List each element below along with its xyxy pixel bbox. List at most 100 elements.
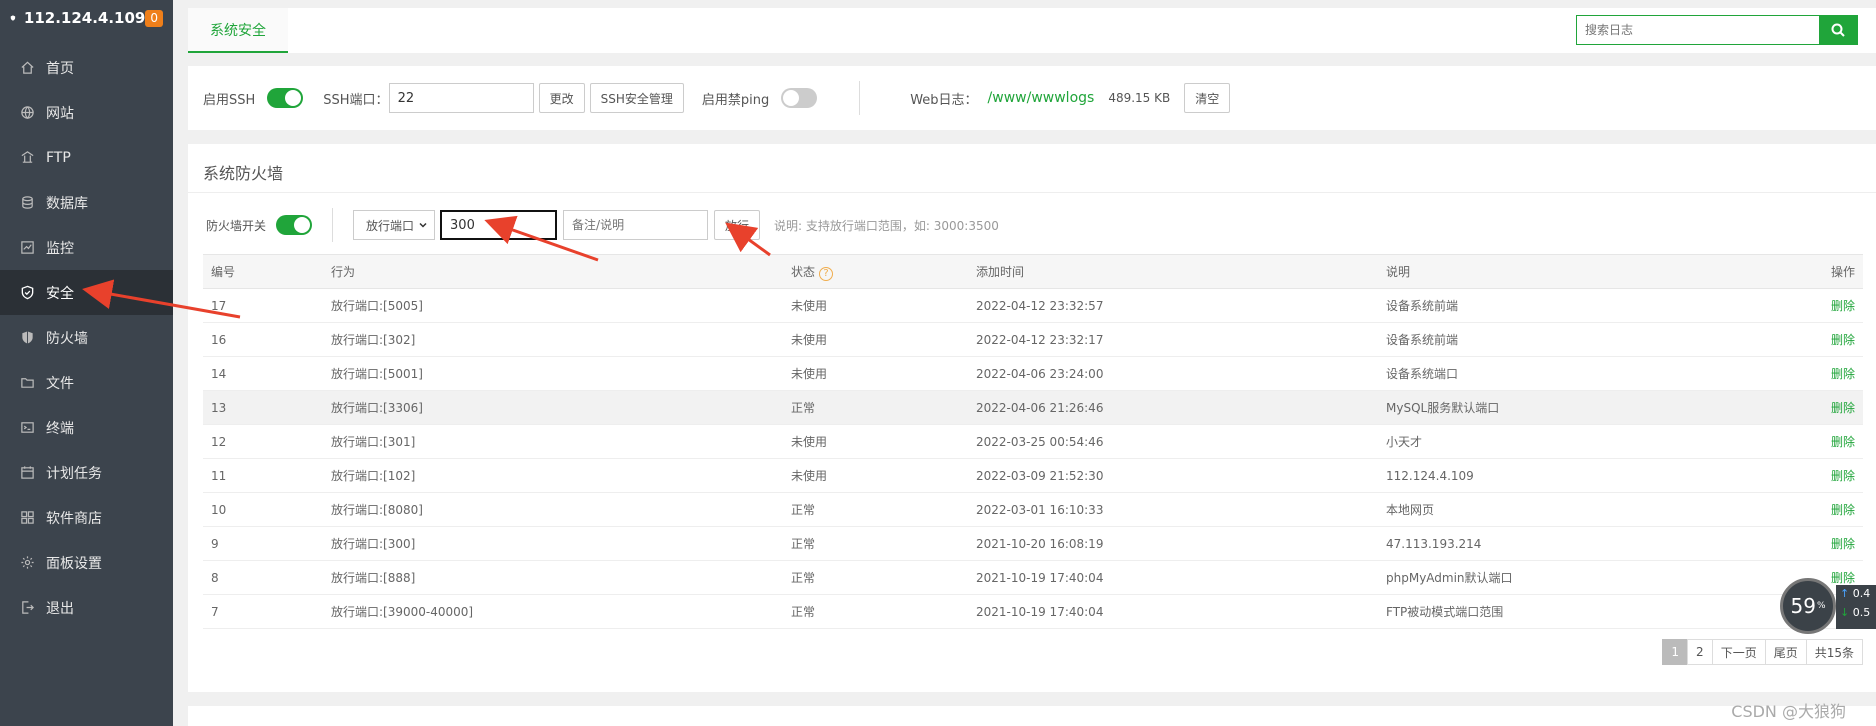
cell-time: 2021-10-19 17:40:04 <box>968 560 1378 595</box>
search-input[interactable] <box>1577 16 1819 44</box>
delete-link[interactable]: 删除 <box>1758 526 1863 561</box>
cell-note: 47.113.193.214 <box>1378 526 1758 561</box>
sidebar-item-label: 数据库 <box>46 195 88 212</box>
firewall-switch-label: 防火墙开关 <box>206 218 267 233</box>
sidebar-item-firewall[interactable]: 防火墙 <box>0 315 173 360</box>
ssh-port-input[interactable] <box>388 83 534 113</box>
upload-speed: ↑ 0.4 <box>1840 587 1872 600</box>
sidebar-item-monitor[interactable]: 监控 <box>0 225 173 270</box>
cell-id: 16 <box>203 322 323 357</box>
search-button[interactable] <box>1819 16 1857 44</box>
ssh-manage-button[interactable]: SSH安全管理 <box>589 83 684 113</box>
weblog-size: 489.15 KB <box>1108 91 1171 105</box>
firewall-toggle[interactable] <box>276 215 313 235</box>
rule-type-select[interactable]: 放行端口 <box>353 210 436 240</box>
logout-icon <box>22 601 34 614</box>
release-port-button[interactable]: 放行 <box>714 210 761 240</box>
cell-action: 放行端口:[8080] <box>323 492 783 527</box>
port-input[interactable] <box>440 210 558 240</box>
sidebar-item-label: 软件商店 <box>46 510 102 527</box>
sidebar-menu: 首页 网站 FTP 数据库 监控 安全 防火墙 文件 终端 计划任务 软件商店 … <box>0 45 173 630</box>
upload-speed-value: 0.4 <box>1852 587 1871 600</box>
delete-link[interactable]: 删除 <box>1758 322 1863 357</box>
note-input[interactable] <box>563 210 709 240</box>
divider <box>859 81 861 115</box>
toggle-knob <box>285 90 302 106</box>
sidebar-item-files[interactable]: 文件 <box>0 360 173 405</box>
ping-toggle[interactable] <box>781 88 818 108</box>
cell-note: 112.124.4.109 <box>1378 458 1758 493</box>
gear-icon <box>21 556 34 569</box>
cell-action: 放行端口:[3306] <box>323 390 783 425</box>
delete-link[interactable]: 删除 <box>1758 492 1863 527</box>
cell-time: 2022-03-25 00:54:46 <box>968 424 1378 459</box>
notification-badge[interactable]: 0 <box>145 9 163 27</box>
clear-log-button[interactable]: 清空 <box>1184 83 1231 113</box>
sidebar-item-logout[interactable]: 退出 <box>0 585 173 630</box>
delete-link[interactable]: 删除 <box>1758 356 1863 391</box>
sidebar-item-label: 计划任务 <box>46 465 102 482</box>
ssh-settings-bar: 启用SSH SSH端口： 更改 SSH安全管理 启用禁ping Web日志： /… <box>188 66 1876 130</box>
col-id: 编号 <box>203 254 323 289</box>
apps-icon <box>21 511 34 524</box>
cell-note: 设备系统前端 <box>1378 322 1758 357</box>
sidebar-item-ftp[interactable]: FTP <box>0 135 173 180</box>
table-row: 13 放行端口:[3306] 正常 2022-04-06 21:26:46 My… <box>203 390 1863 425</box>
table-row: 16 放行端口:[302] 未使用 2022-04-12 23:32:17 设备… <box>203 322 1863 357</box>
ssh-toggle[interactable] <box>267 88 304 108</box>
cell-action: 放行端口:[5005] <box>323 288 783 323</box>
next-page[interactable]: 下一页 <box>1711 639 1766 665</box>
page-2[interactable]: 2 <box>1687 639 1713 665</box>
table-row: 11 放行端口:[102] 未使用 2022-03-09 21:52:30 11… <box>203 458 1863 493</box>
cell-status: 未使用 <box>783 322 968 357</box>
cell-id: 7 <box>203 594 323 629</box>
cell-note: 本地网页 <box>1378 492 1758 527</box>
sidebar-item-store[interactable]: 软件商店 <box>0 495 173 540</box>
cell-id: 11 <box>203 458 323 493</box>
page-1[interactable]: 1 <box>1662 639 1689 665</box>
cell-time: 2022-03-01 16:10:33 <box>968 492 1378 527</box>
cell-status: 正常 <box>783 492 968 527</box>
table-row: 12 放行端口:[301] 未使用 2022-03-25 00:54:46 小天… <box>203 424 1863 459</box>
firewall-icon <box>22 331 33 344</box>
cell-action: 放行端口:[302] <box>323 322 783 357</box>
cell-action: 放行端口:[888] <box>323 560 783 595</box>
sidebar-item-settings[interactable]: 面板设置 <box>0 540 173 585</box>
cell-note: phpMyAdmin默认端口 <box>1378 560 1758 595</box>
cell-time: 2022-04-06 23:24:00 <box>968 356 1378 391</box>
shield-logo-icon <box>10 15 16 21</box>
download-speed: ↓ 0.5 <box>1840 606 1872 619</box>
globe-icon <box>21 106 34 119</box>
sidebar-item-terminal[interactable]: 终端 <box>0 405 173 450</box>
delete-link[interactable]: 删除 <box>1758 458 1863 493</box>
monitor-icon <box>21 241 34 254</box>
tab-bar: 系统安全 <box>188 8 1876 53</box>
cell-time: 2022-04-12 23:32:17 <box>968 322 1378 357</box>
cell-note: 设备系统端口 <box>1378 356 1758 391</box>
ssh-enable-label: 启用SSH <box>203 92 256 108</box>
delete-link[interactable]: 删除 <box>1758 424 1863 459</box>
delete-link[interactable]: 删除 <box>1758 288 1863 323</box>
cell-id: 17 <box>203 288 323 323</box>
cpu-gauge[interactable]: 59% <box>1780 578 1836 634</box>
help-icon[interactable]: ? <box>819 266 834 281</box>
database-icon <box>22 196 33 209</box>
sidebar-item-label: 监控 <box>46 240 74 257</box>
watermark: CSDN @大狼狗 <box>1731 702 1846 721</box>
sidebar-item-website[interactable]: 网站 <box>0 90 173 135</box>
weblog-path-link[interactable]: /www/wwwlogs <box>988 90 1095 106</box>
sidebar-item-cron[interactable]: 计划任务 <box>0 450 173 495</box>
cell-note: MySQL服务默认端口 <box>1378 390 1758 425</box>
tab-system-security[interactable]: 系统安全 <box>188 8 288 53</box>
sidebar-item-database[interactable]: 数据库 <box>0 180 173 225</box>
last-page[interactable]: 尾页 <box>1764 639 1807 665</box>
change-port-button[interactable]: 更改 <box>538 83 585 113</box>
cell-id: 10 <box>203 492 323 527</box>
sidebar-item-home[interactable]: 首页 <box>0 45 173 90</box>
ping-label: 启用禁ping <box>701 92 770 108</box>
delete-link[interactable]: 删除 <box>1758 390 1863 425</box>
ssh-port-label: SSH端口： <box>323 92 389 108</box>
download-speed-value: 0.5 <box>1852 606 1871 619</box>
sidebar-item-security[interactable]: 安全 <box>0 270 173 315</box>
terminal-icon <box>21 422 34 433</box>
